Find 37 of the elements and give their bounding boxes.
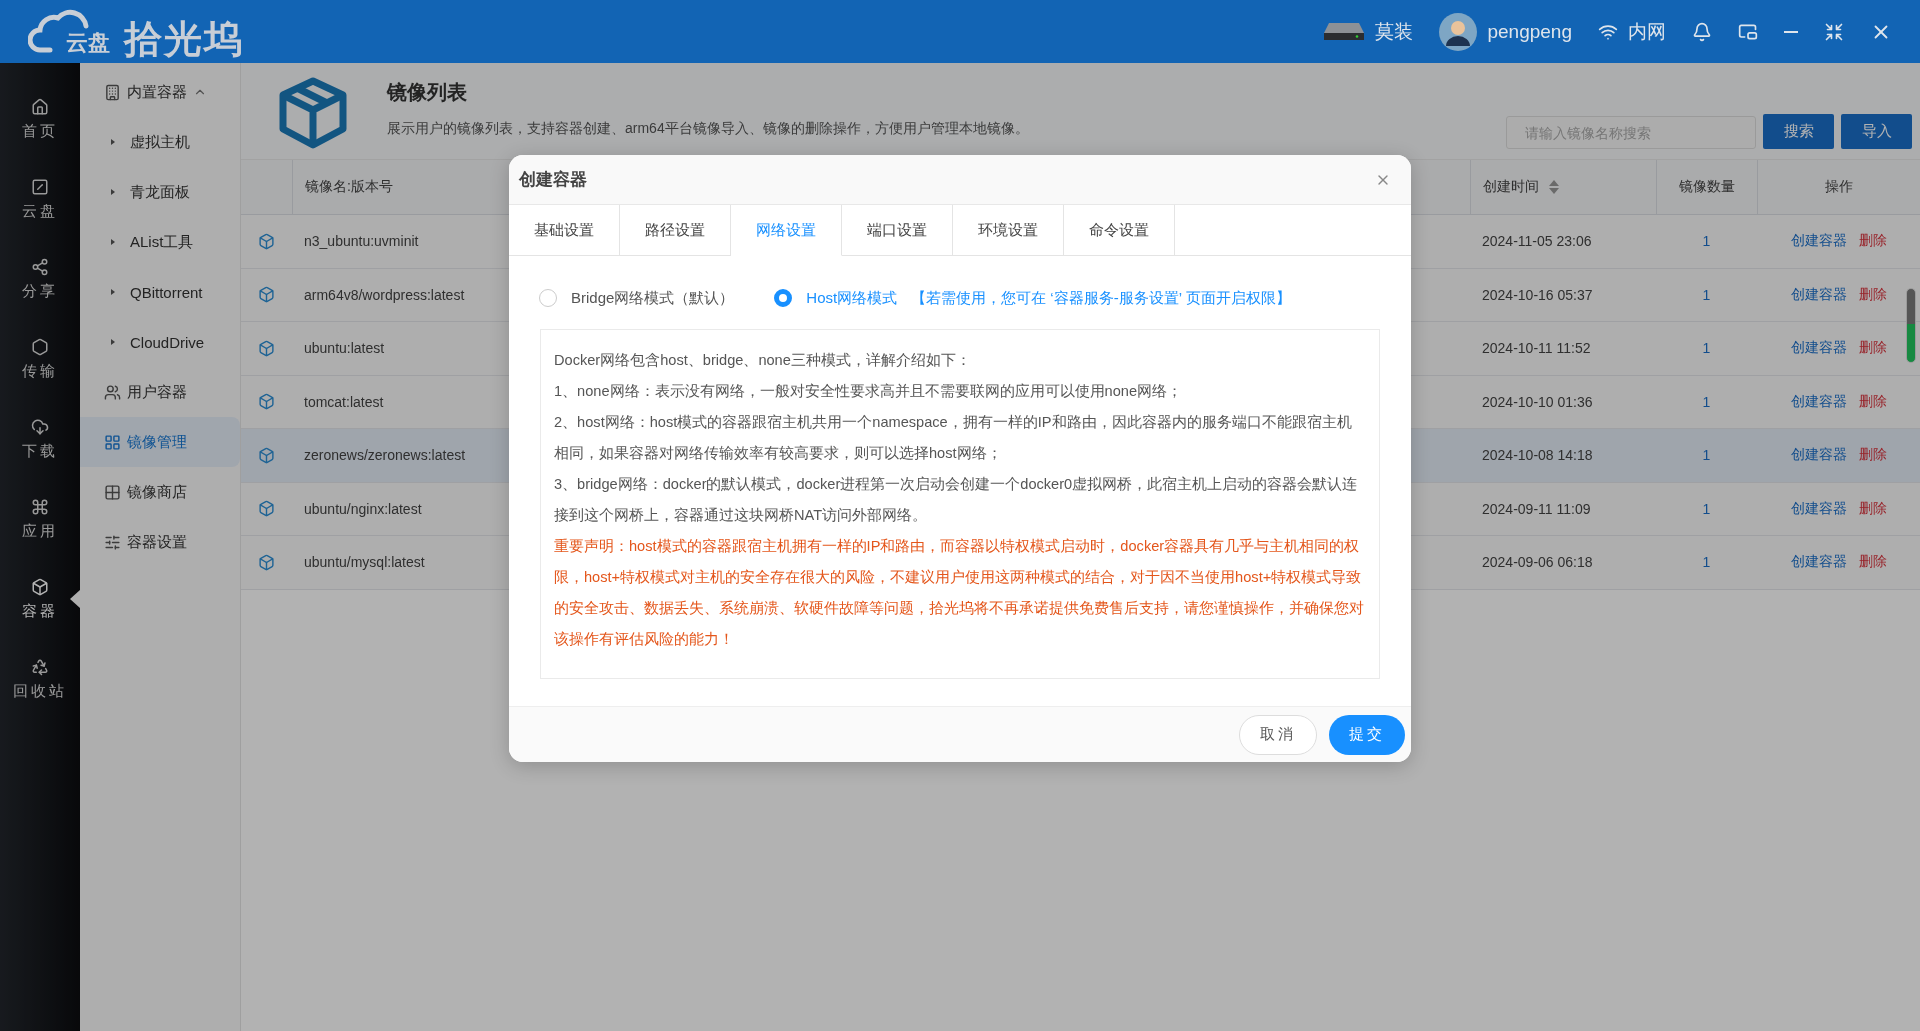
logo-subtitle: 云盘 (66, 28, 111, 57)
image-name: tomcat:latest (304, 393, 384, 410)
image-name: zeronews/zeronews:latest (304, 447, 466, 464)
image-count: 1 (1702, 340, 1711, 357)
device-name: 莫装 (1375, 19, 1414, 44)
image-name: arm64v8/wordpress:latest (304, 286, 465, 303)
image-name: n3_ubuntu:uvminit (304, 233, 419, 250)
image-name: ubuntu/nginx:latest (304, 500, 422, 517)
warning-paragraph: 重要声明：host模式的容器跟宿主机拥有一样的IP和路由，而容器以特权模式启动时，docker容器具有几乎与主机相同的权限，host+特权模式对主机的安全存在很大的风险，不建议用户使用这两种模式的结合，对于因不当使用host+特权模式导致的安全攻击、数据丢失、系统崩溃、软硬件故障等问题，拾光坞将不再承诺提供免费售后支持，请您谨慎操作，并确保您对该操作有评估风险的能力！ (554, 537, 1365, 649)
created-time: 2024-10-16 05:37 (1482, 286, 1593, 303)
network-label: 内网 (1628, 19, 1666, 44)
image-count: 1 (1702, 554, 1711, 571)
created-time: 2024-10-10 01:36 (1482, 393, 1593, 410)
column-header: 镜像名:版本号 (305, 178, 393, 196)
image-count: 1 (1702, 500, 1711, 517)
column-header: 操作 (1825, 178, 1853, 196)
dialog-title: 创建容器 (519, 169, 587, 191)
created-time: 2024-09-11 11:09 (1482, 500, 1591, 517)
image-name: ubuntu/mysql:latest (304, 554, 425, 571)
column-header: 镜像数量 (1679, 178, 1735, 196)
info-paragraph: 2、host网络：host模式的容器跟宿主机共用一个namespace，拥有一样的IP和路由，因此容器内的服务端口不能跟宿主机相同，如果容器对网络传输效率有较高要求，则可以选择host网络； (554, 413, 1353, 463)
created-time: 2024-10-08 14:18 (1482, 447, 1593, 464)
radio-note: 【若需使用，您可在 ‘容器服务-服务设置’ 页面开启权限】 (911, 288, 1291, 308)
info-paragraph: 3、bridge网络：docker的默认模式，docker进程第一次启动会创建一个docker0虚拟网桥，此宿主机上启动的容器会默认连接到这个网桥上，容器通过这块网桥NAT访问外部网络。 (554, 475, 1359, 525)
image-name: ubuntu:latest (304, 340, 385, 357)
info-paragraph: Docker网络包含host、bridge、none三种模式，详解介绍如下： (554, 351, 972, 370)
created-time: 2024-10-11 11:52 (1482, 340, 1591, 357)
info-paragraph: 1、none网络：表示没有网络，一般对安全性要求高并且不需要联网的应用可以使用none网络； (554, 382, 1184, 401)
image-count: 1 (1702, 286, 1711, 303)
image-count: 1 (1702, 393, 1711, 410)
page-description: 展示用户的镜像列表，支持容器创建、arm64平台镜像导入、镜像的删除操作，方便用户管理本地镜像。 (387, 120, 1029, 138)
logo-text: 拾光坞 (124, 19, 244, 58)
page-title: 镜像列表 (387, 80, 468, 105)
created-time: 2024-09-06 06:18 (1482, 554, 1593, 571)
image-count: 1 (1702, 447, 1711, 464)
image-count: 1 (1702, 233, 1711, 250)
created-time: 2024-11-05 23:06 (1482, 233, 1592, 250)
